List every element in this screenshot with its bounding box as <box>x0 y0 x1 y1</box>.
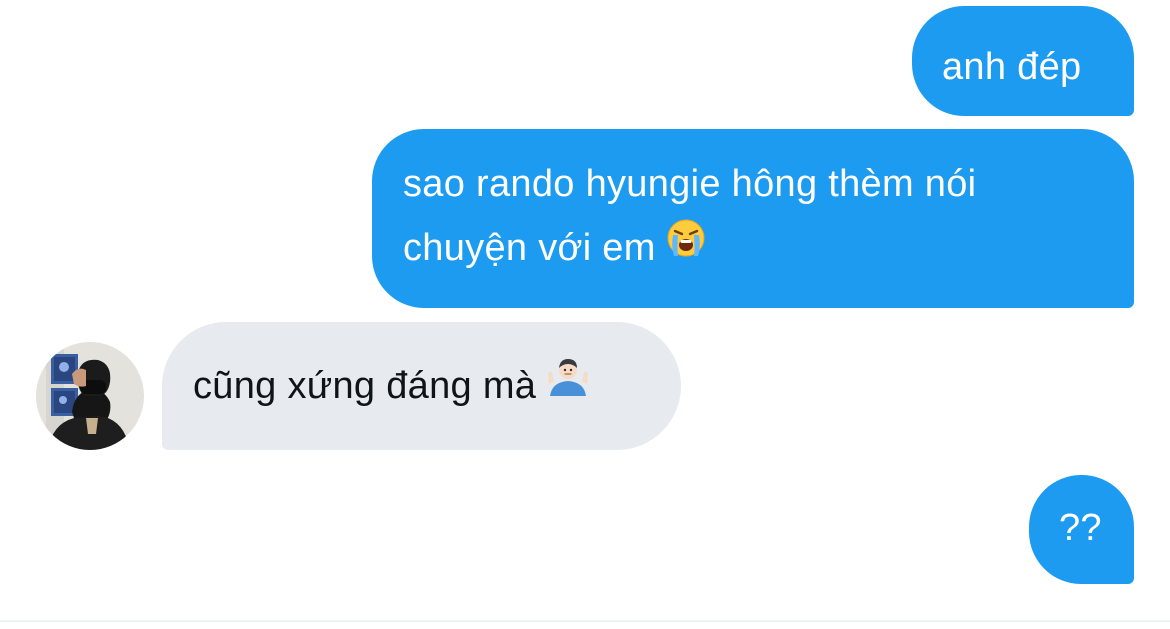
message-text: anh đép <box>942 46 1082 88</box>
message-text-line: chuyện với em <box>403 227 656 269</box>
message-text: ?? <box>1059 507 1102 549</box>
message-bubble-outgoing[interactable]: ?? <box>1029 475 1134 584</box>
message-text-line: sao rando hyungie hông thèm nói <box>403 163 977 205</box>
man-shrugging-emoji-icon <box>546 352 590 416</box>
message-bubble-outgoing[interactable]: anh đép <box>912 6 1134 116</box>
composer-divider <box>0 620 1170 622</box>
avatar-person-covering-face-icon <box>36 342 144 450</box>
conversation-thread: anh đép sao rando hyungie hông thèm nói … <box>0 0 1170 621</box>
message-text: cũng xứng đáng mà <box>193 365 537 407</box>
message-bubble-outgoing[interactable]: sao rando hyungie hông thèm nói chuyện v… <box>372 129 1134 308</box>
message-bubble-incoming[interactable]: cũng xứng đáng mà <box>162 322 681 450</box>
avatar[interactable] <box>36 342 144 450</box>
loudly-crying-face-emoji-icon <box>666 214 706 278</box>
